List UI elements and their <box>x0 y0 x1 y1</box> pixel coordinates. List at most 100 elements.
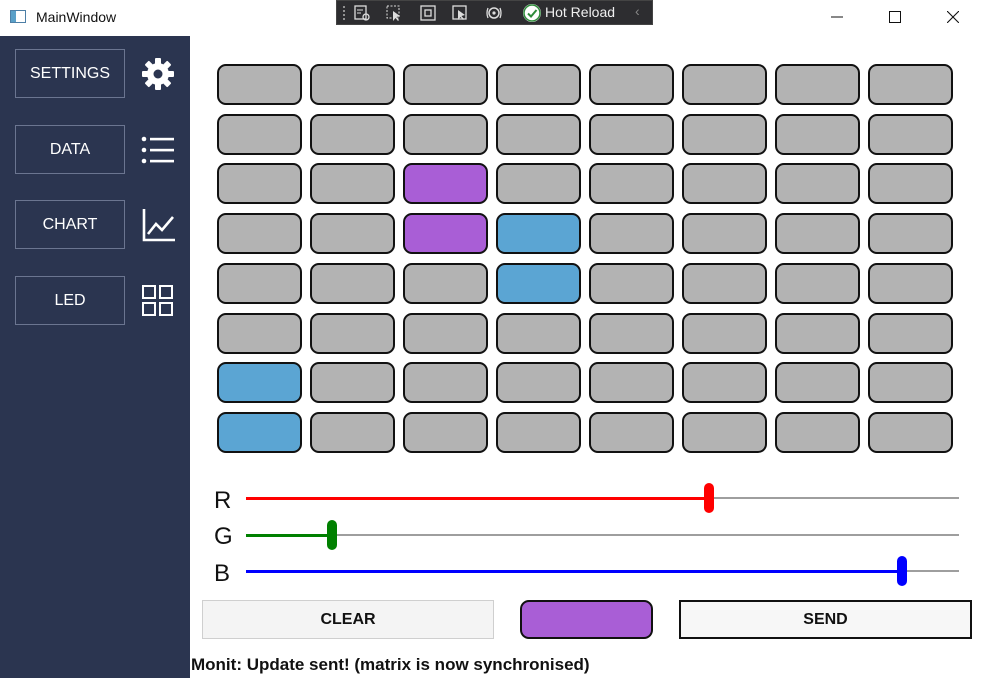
close-button[interactable] <box>930 0 976 34</box>
list-icon[interactable] <box>140 132 176 168</box>
led-cell-r4-c2[interactable] <box>403 262 488 304</box>
data-button-label: DATA <box>49 140 91 158</box>
led-cell-r3-c1[interactable] <box>310 213 395 255</box>
grid-icon[interactable] <box>140 283 176 319</box>
led-cell-r2-c1[interactable] <box>310 163 395 205</box>
led-cell-r6-c1[interactable] <box>310 362 395 404</box>
led-cell-r7-c3[interactable] <box>496 411 581 453</box>
led-cell-r7-c6[interactable] <box>775 411 860 453</box>
green-slider[interactable] <box>246 520 959 550</box>
led-cell-r3-c3[interactable] <box>496 213 581 255</box>
toolbar-grip-handle[interactable] <box>342 5 346 21</box>
led-cell-r4-c4[interactable] <box>589 262 674 304</box>
led-cell-r4-c3[interactable] <box>496 262 581 304</box>
binding-failures-icon[interactable] <box>485 4 503 22</box>
led-cell-r7-c5[interactable] <box>682 411 767 453</box>
line-chart-icon[interactable] <box>140 207 176 243</box>
app-window-icon <box>10 10 26 23</box>
led-cell-r0-c0[interactable] <box>217 64 302 105</box>
led-cell-r3-c6[interactable] <box>775 213 860 255</box>
maximize-button[interactable] <box>872 0 918 34</box>
gear-icon[interactable] <box>140 56 176 92</box>
led-cell-r0-c1[interactable] <box>310 64 395 105</box>
track-focused-element-icon[interactable] <box>451 4 469 22</box>
led-cell-r2-c5[interactable] <box>682 163 767 205</box>
live-visual-tree-icon[interactable] <box>353 4 371 22</box>
window-title: MainWindow <box>36 9 117 25</box>
led-cell-r5-c3[interactable] <box>496 312 581 354</box>
red-slider-thumb[interactable] <box>704 483 714 513</box>
led-button[interactable]: LED <box>15 276 125 325</box>
led-cell-r7-c4[interactable] <box>589 411 674 453</box>
hot-reload-label[interactable]: Hot Reload <box>545 4 615 20</box>
led-cell-r0-c7[interactable] <box>868 64 953 105</box>
led-cell-r4-c7[interactable] <box>868 262 953 304</box>
led-cell-r6-c6[interactable] <box>775 362 860 404</box>
led-cell-r0-c5[interactable] <box>682 64 767 105</box>
led-cell-r2-c7[interactable] <box>868 163 953 205</box>
clear-button[interactable]: CLEAR <box>202 600 494 639</box>
led-cell-r1-c5[interactable] <box>682 113 767 155</box>
led-cell-r4-c5[interactable] <box>682 262 767 304</box>
led-button-label: LED <box>54 291 86 309</box>
chart-button[interactable]: CHART <box>15 200 125 249</box>
led-cell-r1-c6[interactable] <box>775 113 860 155</box>
led-cell-r7-c7[interactable] <box>868 411 953 453</box>
led-cell-r5-c4[interactable] <box>589 312 674 354</box>
led-cell-r6-c0[interactable] <box>217 362 302 404</box>
led-cell-r1-c0[interactable] <box>217 113 302 155</box>
led-cell-r5-c0[interactable] <box>217 312 302 354</box>
led-cell-r5-c7[interactable] <box>868 312 953 354</box>
send-button[interactable]: SEND <box>679 600 972 639</box>
red-slider[interactable] <box>246 483 959 513</box>
minimize-button[interactable] <box>814 0 860 34</box>
settings-button[interactable]: SETTINGS <box>15 49 125 98</box>
led-cell-r5-c6[interactable] <box>775 312 860 354</box>
chart-button-label: CHART <box>42 215 98 233</box>
led-cell-r3-c7[interactable] <box>868 213 953 255</box>
led-cell-r7-c0[interactable] <box>217 411 302 453</box>
maximize-icon <box>889 11 901 23</box>
led-cell-r0-c2[interactable] <box>403 64 488 105</box>
led-cell-r6-c2[interactable] <box>403 362 488 404</box>
color-preview-swatch[interactable] <box>520 600 653 639</box>
minimize-icon <box>831 16 843 18</box>
led-cell-r2-c2[interactable] <box>403 163 488 205</box>
green-slider-fill <box>246 533 332 537</box>
blue-slider[interactable] <box>246 556 959 586</box>
display-layout-adorners-icon[interactable] <box>419 4 437 22</box>
led-cell-r5-c5[interactable] <box>682 312 767 354</box>
led-cell-r7-c2[interactable] <box>403 411 488 453</box>
led-cell-r7-c1[interactable] <box>310 411 395 453</box>
led-cell-r3-c0[interactable] <box>217 213 302 255</box>
led-cell-r6-c5[interactable] <box>682 362 767 404</box>
led-cell-r2-c6[interactable] <box>775 163 860 205</box>
led-cell-r0-c3[interactable] <box>496 64 581 105</box>
led-cell-r0-c6[interactable] <box>775 64 860 105</box>
led-cell-r3-c5[interactable] <box>682 213 767 255</box>
collapse-toolbar-chevron-icon[interactable]: ‹ <box>635 3 640 19</box>
led-cell-r1-c1[interactable] <box>310 113 395 155</box>
led-cell-r0-c4[interactable] <box>589 64 674 105</box>
led-cell-r1-c2[interactable] <box>403 113 488 155</box>
led-cell-r6-c4[interactable] <box>589 362 674 404</box>
led-cell-r6-c7[interactable] <box>868 362 953 404</box>
led-cell-r5-c2[interactable] <box>403 312 488 354</box>
blue-slider-thumb[interactable] <box>897 556 907 586</box>
led-cell-r3-c4[interactable] <box>589 213 674 255</box>
green-slider-thumb[interactable] <box>327 520 337 550</box>
led-cell-r2-c4[interactable] <box>589 163 674 205</box>
led-cell-r4-c0[interactable] <box>217 262 302 304</box>
data-button[interactable]: DATA <box>15 125 125 174</box>
led-cell-r1-c3[interactable] <box>496 113 581 155</box>
led-cell-r4-c6[interactable] <box>775 262 860 304</box>
led-cell-r4-c1[interactable] <box>310 262 395 304</box>
led-cell-r3-c2[interactable] <box>403 213 488 255</box>
select-element-icon[interactable] <box>385 4 403 22</box>
led-cell-r5-c1[interactable] <box>310 312 395 354</box>
led-cell-r6-c3[interactable] <box>496 362 581 404</box>
led-cell-r1-c7[interactable] <box>868 113 953 155</box>
led-cell-r1-c4[interactable] <box>589 113 674 155</box>
led-cell-r2-c0[interactable] <box>217 163 302 205</box>
led-cell-r2-c3[interactable] <box>496 163 581 205</box>
